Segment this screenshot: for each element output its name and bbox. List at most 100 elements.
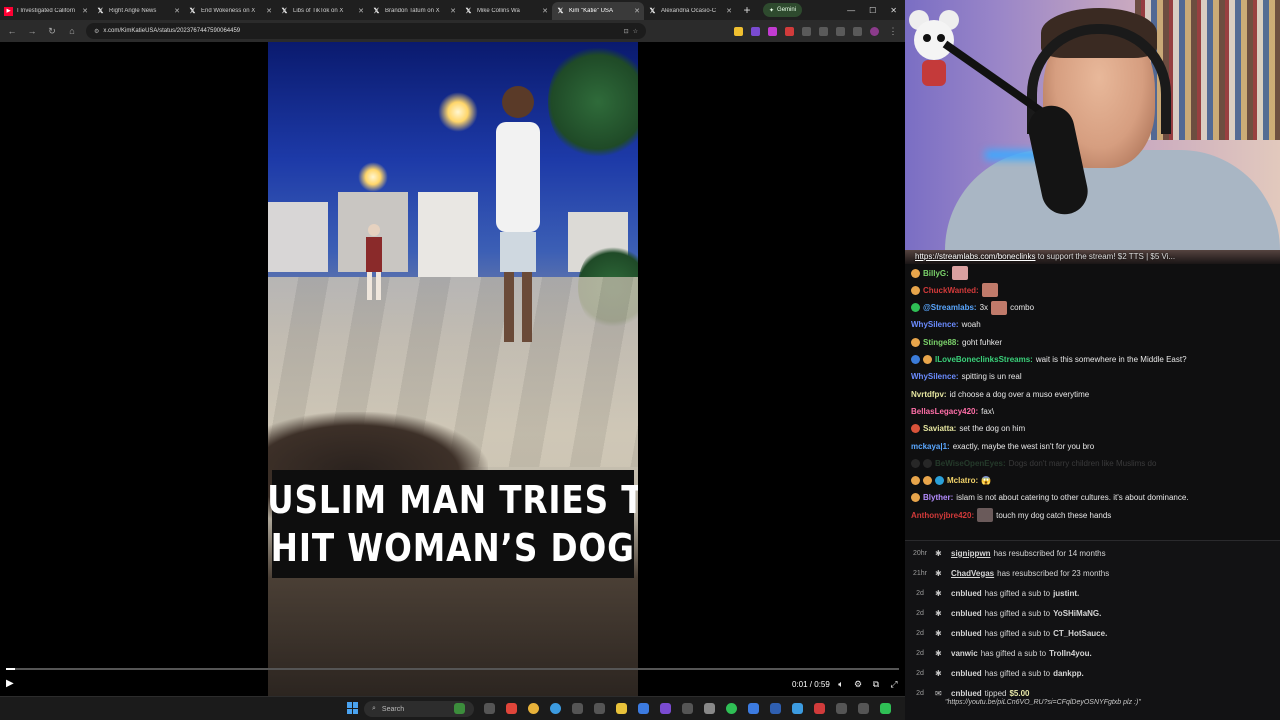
activity-username[interactable]: cnblued [951, 629, 982, 638]
activity-username[interactable]: vanwic [951, 649, 978, 658]
taskbar-app-icon[interactable] [594, 703, 605, 714]
chat-username[interactable]: BellasLegacy420: [911, 407, 978, 416]
chat-username[interactable]: Nvrtdfpv: [911, 390, 947, 399]
taskbar-app-icon[interactable] [770, 703, 781, 714]
chat-message: BeWiseOpenEyes: Dogs don't marry children… [911, 455, 1276, 471]
download-icon[interactable] [853, 26, 862, 36]
tab-close-icon[interactable]: ✕ [726, 7, 732, 15]
extension-icon[interactable] [785, 26, 794, 36]
chat-username[interactable]: Anthonyjbre420: [911, 511, 974, 520]
picture-in-picture-icon[interactable]: ⧉ [870, 679, 882, 690]
close-window-icon[interactable]: ✕ [890, 6, 897, 15]
browser-tab[interactable]: 𝕏 Right Angle News ✕ [92, 2, 184, 20]
taskbar-app-icon[interactable] [572, 703, 583, 714]
settings-gear-icon[interactable]: ⚙ [852, 679, 864, 690]
browser-tab[interactable]: 𝕏 Brandon Tatum on X ✕ [368, 2, 460, 20]
chat-username[interactable]: ILoveBoneclinksStreams: [935, 355, 1033, 364]
taskbar-app-icon[interactable] [638, 703, 649, 714]
taskbar-app-icon[interactable] [506, 703, 517, 714]
extension-icon[interactable] [768, 26, 777, 36]
maximize-icon[interactable]: ☐ [869, 6, 876, 15]
activity-username[interactable]: signippwn [951, 549, 991, 558]
activity-username[interactable]: cnblued [951, 589, 982, 598]
taskbar-app-icon[interactable] [484, 703, 495, 714]
extension-icon[interactable] [802, 26, 811, 36]
home-icon[interactable]: ⌂ [66, 26, 78, 36]
taskbar-app-icon[interactable] [836, 703, 847, 714]
sidepanel-icon[interactable] [836, 26, 845, 36]
tab-close-icon[interactable]: ✕ [634, 7, 640, 15]
chat-username[interactable]: WhySilence: [911, 372, 959, 381]
activity-row[interactable]: 2d ✱ cnblued has gifted a sub to justint. [905, 583, 1280, 603]
activity-row[interactable]: 21hr ✱ ChadVegas has resubscribed for 23 mo… [905, 563, 1280, 583]
tab-close-icon[interactable]: ✕ [266, 7, 272, 15]
tab-close-icon[interactable]: ✕ [358, 7, 364, 15]
taskbar-app-icon[interactable] [454, 703, 465, 714]
taskbar-app-icon[interactable] [814, 703, 825, 714]
chat-username[interactable]: Stinge88: [923, 338, 959, 347]
play-icon[interactable]: ▶ [6, 678, 18, 690]
menu-kebab-icon[interactable]: ⋮ [887, 26, 899, 37]
activity-username[interactable]: cnblued [951, 689, 982, 698]
extension-icon[interactable] [751, 26, 760, 36]
puzzle-icon[interactable] [819, 26, 828, 36]
video-progress-bar[interactable] [6, 668, 899, 670]
bookmark-star-icon[interactable]: ☆ [633, 28, 638, 35]
activity-row[interactable]: 2d ✱ vanwic has gifted a sub to TrolIn4you. [905, 643, 1280, 663]
taskbar-app-icon[interactable] [660, 703, 671, 714]
browser-tab[interactable]: 𝕏 Kim "Katie" USA ✕ [552, 2, 644, 20]
chat-username[interactable]: @Streamlabs: [923, 303, 977, 312]
taskbar-app-icon[interactable] [682, 703, 693, 714]
browser-tab[interactable]: 𝕏 Alexandria Ocasio-C ✕ [644, 2, 736, 20]
volume-icon[interactable]: 🔈︎ [835, 679, 847, 690]
taskbar-app-icon[interactable] [858, 703, 869, 714]
chat-username[interactable]: Blyther: [923, 493, 953, 502]
back-icon[interactable]: ← [6, 26, 18, 36]
fullscreen-icon[interactable]: ⤢ [888, 679, 900, 690]
chat-username[interactable]: WhySilence: [911, 320, 959, 329]
minimize-icon[interactable]: — [847, 6, 855, 15]
video-player[interactable]: MUSLIM MAN TRIES TO HIT WOMAN’S DOG ▶ 0:… [0, 42, 905, 696]
video-frame[interactable]: MUSLIM MAN TRIES TO HIT WOMAN’S DOG [268, 42, 638, 696]
activity-username[interactable]: cnblued [951, 609, 982, 618]
address-bar[interactable]: ⚙ x.com/KimKatieUSA/status/2023767447590… [86, 23, 646, 39]
reload-icon[interactable]: ↻ [46, 26, 58, 37]
folder-icon[interactable] [616, 703, 627, 714]
gemini-button[interactable]: ✦ Gemini [763, 3, 803, 17]
install-icon[interactable]: ⊡ [624, 28, 629, 35]
chat-username[interactable]: BeWiseOpenEyes: [935, 459, 1006, 468]
chat-username[interactable]: ChuckWanted: [923, 286, 979, 295]
tab-close-icon[interactable]: ✕ [450, 7, 456, 15]
extension-icon[interactable] [734, 26, 743, 36]
profile-avatar[interactable] [870, 26, 879, 36]
chat-username[interactable]: BillyG: [923, 269, 949, 278]
activity-row[interactable]: 20hr ✱ signippwn has resubscribed for 14 mo… [905, 543, 1280, 563]
chrome-icon[interactable] [528, 703, 539, 714]
tab-close-icon[interactable]: ✕ [82, 7, 88, 15]
taskbar-app-icon[interactable] [792, 703, 803, 714]
banner-link[interactable]: https://streamlabs.com/boneclinks [915, 252, 1036, 261]
browser-tab[interactable]: 𝕏 End Wokeness on X ✕ [184, 2, 276, 20]
activity-username[interactable]: ChadVegas [951, 569, 994, 578]
spotify-icon[interactable] [726, 703, 737, 714]
browser-tab[interactable]: 𝕏 Libs of TikTok on X ✕ [276, 2, 368, 20]
windows-start-icon[interactable] [347, 702, 359, 714]
chat-username[interactable]: Mclatro: [947, 476, 978, 485]
tab-close-icon[interactable]: ✕ [542, 7, 548, 15]
activity-username[interactable]: cnblued [951, 669, 982, 678]
browser-tab[interactable]: ▶ I Investigated Californ ✕ [0, 2, 92, 20]
activity-row[interactable]: 2d ✱ cnblued has gifted a sub to CT_HotSauce… [905, 623, 1280, 643]
taskbar-app-icon[interactable] [704, 703, 715, 714]
activity-row[interactable]: 2d ✱ cnblued has gifted a sub to dankpp. [905, 663, 1280, 683]
forward-icon[interactable]: → [26, 26, 38, 36]
site-info-icon[interactable]: ⚙ [94, 28, 99, 35]
taskbar-app-icon[interactable] [880, 703, 891, 714]
chat-username[interactable]: mckaya|1: [911, 442, 950, 451]
chat-username[interactable]: Saviatta: [923, 424, 956, 433]
new-tab-button[interactable]: + [739, 2, 755, 18]
taskbar-app-icon[interactable] [748, 703, 759, 714]
taskbar-app-icon[interactable] [550, 703, 561, 714]
activity-row[interactable]: 2d ✱ cnblued has gifted a sub to YoSHiMaNG. [905, 603, 1280, 623]
tab-close-icon[interactable]: ✕ [174, 7, 180, 15]
browser-tab[interactable]: 𝕏 Mike Collins Wa ✕ [460, 2, 552, 20]
